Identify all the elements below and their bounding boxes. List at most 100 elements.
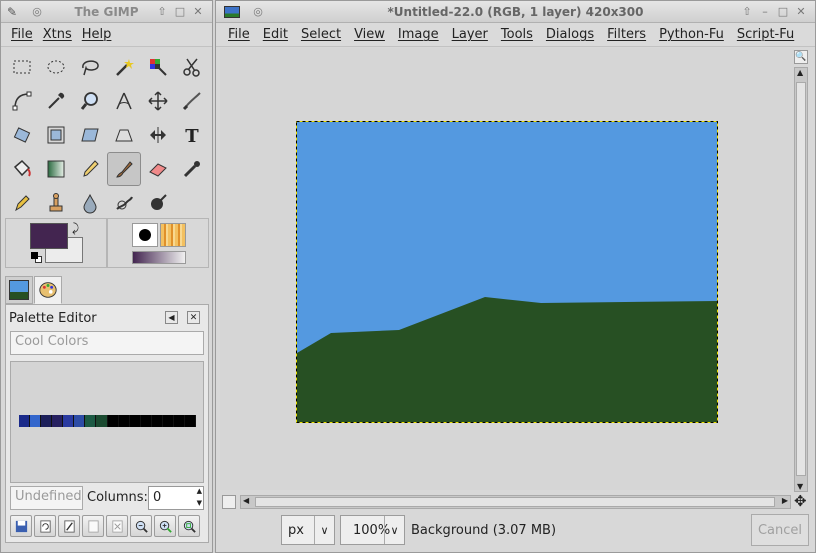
minimize-icon[interactable]: – (757, 4, 773, 20)
shade-icon[interactable]: ⇧ (154, 4, 170, 20)
scale-icon[interactable] (39, 118, 73, 152)
palette-swatch[interactable] (41, 415, 53, 427)
scroll-down-icon[interactable]: ▼ (797, 482, 803, 491)
airbrush-icon[interactable] (175, 152, 209, 186)
image-titlebar[interactable]: ◎ *Untitled-22.0 (RGB, 1 layer) 420x300 … (216, 1, 815, 23)
edit-color-button[interactable] (58, 515, 80, 537)
window-menu-icon[interactable]: ◎ (250, 4, 266, 20)
panel-close-icon[interactable]: ✕ (187, 311, 200, 324)
scroll-up-icon[interactable]: ▲ (797, 68, 803, 77)
palette-swatch[interactable] (30, 415, 42, 427)
scissors-icon[interactable] (175, 50, 209, 84)
zoom-select[interactable]: 100% ∨ (340, 515, 405, 545)
image-canvas[interactable] (296, 121, 718, 423)
navigate-icon[interactable]: ✥ (794, 492, 807, 510)
revert-button[interactable] (34, 515, 56, 537)
palette-swatch[interactable] (19, 415, 31, 427)
ink-icon[interactable] (5, 186, 39, 220)
palette-swatch[interactable] (107, 415, 119, 427)
eraser-icon[interactable] (141, 152, 175, 186)
palette-swatch[interactable] (96, 415, 108, 427)
palette-swatch[interactable] (118, 415, 130, 427)
menu-image[interactable]: Image (393, 27, 444, 42)
palette-swatch[interactable] (52, 415, 64, 427)
menu-script-fu[interactable]: Script-Fu (732, 27, 799, 42)
window-menu-icon[interactable]: ◎ (29, 4, 45, 20)
horizontal-scroll-thumb[interactable] (255, 497, 775, 507)
brush-preview[interactable] (132, 223, 158, 247)
maximize-icon[interactable]: □ (775, 4, 791, 20)
palette-swatch[interactable] (129, 415, 141, 427)
spin-up-icon[interactable]: ▲ (197, 487, 202, 495)
menu-python-fu[interactable]: Python-Fu (654, 27, 729, 42)
scroll-left-icon[interactable]: ◀ (243, 496, 249, 505)
panel-menu-icon[interactable]: ◀ (165, 311, 178, 324)
canvas-area[interactable] (220, 48, 794, 490)
ellipse-select-icon[interactable] (39, 50, 73, 84)
fg-color-swatch[interactable] (30, 223, 68, 249)
menu-view[interactable]: View (349, 27, 390, 42)
blend-icon[interactable] (39, 152, 73, 186)
measure-icon[interactable] (107, 84, 141, 118)
clone-icon[interactable] (39, 186, 73, 220)
palette-swatch[interactable] (63, 415, 75, 427)
new-color-button[interactable] (82, 515, 104, 537)
bucket-fill-icon[interactable] (5, 152, 39, 186)
move-icon[interactable] (141, 84, 175, 118)
default-colors-icon[interactable] (31, 252, 43, 264)
palette-swatch[interactable] (140, 415, 152, 427)
horizontal-scrollbar[interactable]: ◀ ▶ (240, 495, 791, 509)
maximize-icon[interactable]: □ (172, 4, 188, 20)
save-button[interactable] (10, 515, 32, 537)
pencil-icon[interactable] (73, 152, 107, 186)
delete-color-button[interactable] (106, 515, 128, 537)
menu-tools[interactable]: Tools (496, 27, 538, 42)
vertical-scroll-thumb[interactable] (796, 82, 806, 476)
menu-select[interactable]: Select (296, 27, 346, 42)
zoom-out-button[interactable] (130, 515, 152, 537)
swap-colors-icon[interactable]: ⤸ (72, 221, 79, 236)
palette-swatch[interactable] (162, 415, 174, 427)
menu-filters[interactable]: Filters (602, 27, 651, 42)
shade-icon[interactable]: ⇧ (739, 4, 755, 20)
color-name-field[interactable]: Undefined (10, 486, 83, 510)
palette-swatch-view[interactable] (10, 361, 204, 483)
menu-layer[interactable]: Layer (447, 27, 493, 42)
palette-name-field[interactable]: Cool Colors (10, 331, 204, 355)
menu-file[interactable]: File (223, 27, 255, 42)
zoom-all-button[interactable] (178, 515, 200, 537)
menu-edit[interactable]: Edit (258, 27, 293, 42)
tab-palette-editor[interactable] (34, 276, 62, 304)
cancel-button[interactable]: Cancel (751, 514, 809, 546)
zoom-icon[interactable] (73, 84, 107, 118)
gradient-preview[interactable] (132, 251, 186, 264)
select-by-color-icon[interactable] (141, 50, 175, 84)
palette-swatch[interactable] (74, 415, 86, 427)
convolve-icon[interactable] (73, 186, 107, 220)
tab-images[interactable] (5, 276, 33, 304)
shear-icon[interactable] (73, 118, 107, 152)
smudge-icon[interactable] (107, 186, 141, 220)
palette-swatch[interactable] (85, 415, 97, 427)
palette-swatch[interactable] (173, 415, 185, 427)
color-picker-icon[interactable] (39, 84, 73, 118)
menu-file[interactable]: File (6, 27, 38, 42)
palette-swatch[interactable] (151, 415, 163, 427)
gimp-logo-icon[interactable]: ✎ (7, 5, 17, 19)
palette-swatch[interactable] (184, 415, 196, 427)
close-icon[interactable]: ✕ (190, 4, 206, 20)
perspective-icon[interactable] (107, 118, 141, 152)
columns-spinner[interactable]: 0 ▲ ▼ (148, 486, 204, 510)
crop-icon[interactable] (175, 84, 209, 118)
rotate-icon[interactable] (5, 118, 39, 152)
unit-select[interactable]: px ∨ (281, 515, 335, 545)
spin-down-icon[interactable]: ▼ (197, 499, 202, 507)
menu-xtns[interactable]: Xtns (38, 27, 77, 42)
scroll-right-icon[interactable]: ▶ (782, 496, 788, 505)
menu-help[interactable]: Help (77, 27, 117, 42)
image-window-icon[interactable] (224, 5, 240, 18)
pattern-preview[interactable] (160, 223, 186, 247)
paths-icon[interactable] (5, 84, 39, 118)
rect-select-icon[interactable] (5, 50, 39, 84)
lasso-icon[interactable] (73, 50, 107, 84)
